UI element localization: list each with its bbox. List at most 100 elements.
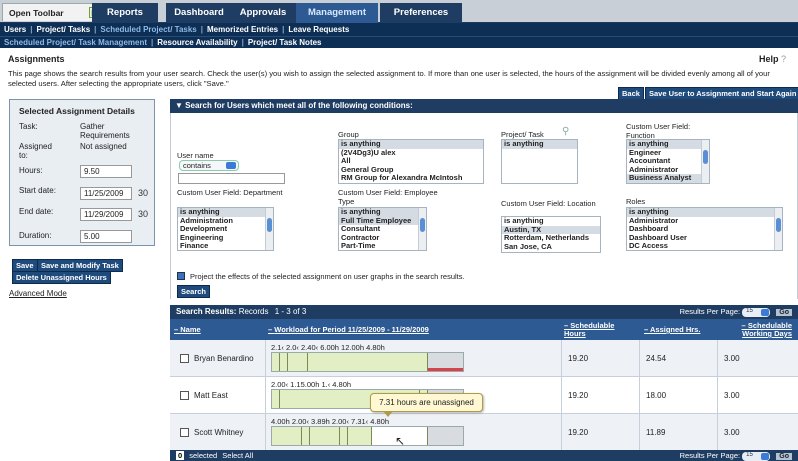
tab-dashboard[interactable]: Dashboard — [166, 3, 232, 23]
overallocation-indicator — [428, 368, 463, 371]
per-page-label: Results Per Page: — [679, 451, 741, 460]
department-label: Custom User Field: Department — [177, 188, 283, 197]
scroll-thumb[interactable] — [703, 150, 708, 164]
function-listbox[interactable]: is anything Engineer Accountant Administ… — [626, 139, 710, 184]
workload-bar-labels: 4.00h 2.00‹ 3.89h 2.00‹ 7.31‹ 4.80h — [271, 417, 390, 426]
column-schedulable-header[interactable]: – Schedulable Hours — [564, 322, 634, 338]
table-row: Bryan Benardino 2.1‹ 2.0‹ 2.40‹ 6.00h 12… — [170, 340, 798, 377]
mouse-cursor-icon: ↖ — [395, 434, 406, 448]
roles-label: Roles — [626, 197, 646, 206]
hours-input[interactable]: 9.50 — [80, 165, 132, 178]
schedulable-hours: 19.20 — [568, 354, 589, 363]
column-name-header[interactable]: – Name — [174, 326, 201, 334]
select-all-link[interactable]: Select All — [222, 451, 253, 460]
project-effects-label: Project the effects of the selected assi… — [190, 272, 465, 281]
submenu-item-resource-availability[interactable]: Resource Availability — [157, 38, 237, 47]
assignment-details-panel: Selected Assignment Details Task: Gather… — [9, 99, 155, 246]
workload-bar[interactable] — [271, 426, 464, 446]
submenu-item-scheduled-project-tasks[interactable]: Scheduled Project/ Tasks — [100, 25, 196, 34]
help-link[interactable]: Help ? — [759, 54, 786, 64]
help-label: Help — [758, 54, 779, 64]
project-task-label: Project/ Task — [501, 130, 544, 139]
function-scrollbar[interactable] — [701, 140, 709, 183]
open-toolbar-label: Open Toolbar — [9, 8, 64, 18]
workload-bar-labels: 2.1‹ 2.0‹ 2.40‹ 6.00h 12.00h 4.80h — [271, 343, 385, 352]
function-option[interactable]: Business Analyst — [627, 173, 709, 183]
start-date-label: Start date: — [19, 186, 56, 195]
department-listbox[interactable]: is anything Administration Development E… — [177, 207, 274, 251]
records-label: Records — [238, 307, 269, 316]
per-page-value: 15 — [746, 307, 753, 314]
employee-type-listbox[interactable]: is anything Full Time Employee Consultan… — [338, 207, 427, 251]
scroll-thumb[interactable] — [776, 218, 781, 232]
row-checkbox[interactable] — [180, 391, 189, 400]
go-button[interactable]: Go — [776, 452, 792, 460]
collapse-triangle-icon[interactable]: ▼ — [175, 101, 183, 110]
start-date-input[interactable]: 11/25/2009 — [80, 187, 132, 200]
tab-approvals[interactable]: Approvals — [230, 3, 296, 23]
employee-type-scrollbar[interactable] — [418, 208, 426, 250]
project-task-listbox[interactable]: is anything — [501, 139, 578, 184]
location-listbox[interactable]: is anything Austin, TX Rotterdam, Nether… — [501, 216, 601, 253]
results-footer: 0 selected Select All Results Per Page: … — [170, 450, 798, 461]
department-scrollbar[interactable] — [265, 208, 273, 250]
go-button[interactable]: Go — [776, 308, 792, 316]
start-calendar-icon[interactable]: 30 — [138, 188, 150, 199]
row-checkbox[interactable] — [180, 428, 189, 437]
working-days: 3.00 — [724, 428, 740, 437]
unassigned-hours-tooltip: 7.31 hours are unassigned — [370, 393, 483, 417]
end-date-label: End date: — [19, 207, 54, 216]
advanced-mode-link[interactable]: Advanced Mode — [9, 289, 67, 298]
submenu-item-users[interactable]: Users — [4, 25, 26, 34]
submenu-item-task-management[interactable]: Scheduled Project/ Task Management — [4, 38, 147, 47]
employee-type-option[interactable]: Part-Time — [339, 241, 426, 250]
column-assigned-header[interactable]: – Assigned Hrs. — [644, 326, 700, 334]
group-option[interactable]: RM Group for Alexandra McIntosh — [339, 173, 483, 183]
workload-bar[interactable] — [271, 352, 464, 372]
tab-preferences[interactable]: Preferences — [380, 3, 462, 23]
magnifier-icon[interactable]: ⚲ — [562, 127, 569, 137]
submenu-item-task-notes[interactable]: Project/ Task Notes — [248, 38, 322, 47]
group-option[interactable]: (2V4Dg3)U alex — [339, 148, 483, 158]
group-listbox[interactable]: is anything (2V4Dg3)U alex All General G… — [338, 139, 484, 184]
project-effects-checkbox[interactable] — [177, 272, 185, 280]
search-conditions-panel: User name contains Group is anything (2V… — [170, 113, 798, 299]
column-workload-header[interactable]: – Workload for Period 11/25/2009 - 11/29… — [268, 326, 429, 334]
working-days: 3.00 — [724, 354, 740, 363]
roles-option[interactable]: DC Access — [627, 241, 782, 250]
dropdown-arrow-icon — [761, 308, 770, 316]
row-checkbox[interactable] — [180, 354, 189, 363]
submenu-item-leave-requests[interactable]: Leave Requests — [288, 25, 349, 34]
dropdown-arrow-icon — [761, 452, 770, 460]
end-calendar-icon[interactable]: 30 — [138, 209, 150, 220]
username-label: User name — [177, 151, 214, 160]
username-operator-select[interactable]: contains — [179, 160, 239, 171]
project-option[interactable]: is anything — [502, 140, 577, 149]
top-tab-bar: Open Toolbar ▷ Reports Dashboard Approva… — [0, 0, 798, 23]
location-option[interactable]: San Jose, CA — [502, 242, 600, 252]
per-page-select[interactable]: 15 — [742, 451, 771, 461]
column-working-days-header[interactable]: – Schedulable Working Days — [722, 322, 792, 338]
footer-results-per-page: Results Per Page: 15 Go — [680, 451, 792, 461]
delete-unassigned-hours-button[interactable]: Delete Unassigned Hours — [12, 271, 111, 284]
scroll-thumb[interactable] — [267, 218, 272, 232]
search-button[interactable]: Search — [177, 285, 211, 298]
submenu-item-project-tasks[interactable]: Project/ Tasks — [37, 25, 91, 34]
roles-listbox[interactable]: is anything Administrator Dashboard Dash… — [626, 207, 783, 251]
submenu-item-memorized-entries[interactable]: Memorized Entries — [207, 25, 278, 34]
roles-scrollbar[interactable] — [774, 208, 782, 250]
end-date-input[interactable]: 11/29/2009 — [80, 208, 132, 221]
tab-management[interactable]: Management — [296, 3, 378, 23]
username-input[interactable] — [178, 173, 285, 184]
search-header: ▼ Search for Users which meet all of the… — [170, 99, 798, 113]
scroll-thumb[interactable] — [420, 218, 425, 232]
intro-text: This page shows the search results from … — [8, 69, 770, 88]
tab-reports[interactable]: Reports — [92, 3, 158, 23]
task-value: Gather Requirements — [80, 122, 130, 140]
function-label: Custom User Field: Function — [626, 122, 691, 140]
table-row: Matt East 2.00‹ 1.15.00h 1.‹ 4.80h 19.20… — [170, 377, 798, 414]
department-option[interactable]: Finance — [178, 241, 273, 250]
per-page-select[interactable]: 15 — [742, 307, 771, 317]
duration-input[interactable]: 5.00 — [80, 230, 132, 243]
help-icon: ? — [780, 54, 786, 64]
